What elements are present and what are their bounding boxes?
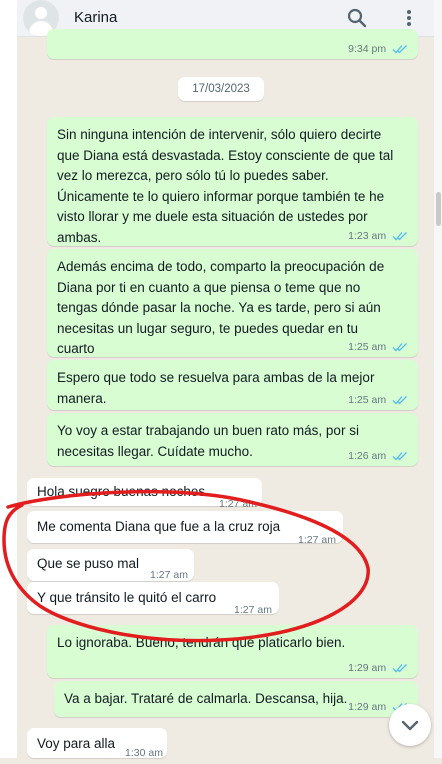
message-outgoing[interactable]: Además encima de todo, comparto la preoc… bbox=[47, 249, 418, 357]
more-vertical-icon bbox=[407, 10, 411, 26]
message-time: 1:30 am bbox=[125, 747, 163, 759]
message-time: 1:27 am bbox=[234, 604, 272, 616]
message-time: 1:29 am bbox=[348, 662, 387, 674]
message-line: Espero que todo se resuelva para ambas d… bbox=[57, 370, 375, 385]
message-line: cuarto bbox=[57, 341, 95, 356]
message-line: necesitas un lugar seguro, te puedes que… bbox=[57, 320, 358, 336]
message-text: Hola suegro buenas noches bbox=[37, 484, 206, 499]
message-time: 1:29 am bbox=[348, 701, 387, 713]
message-text: Sin ninguna intención de intervenir, sól… bbox=[57, 125, 393, 248]
message-line: Únicamente te lo quiero informar porque … bbox=[57, 188, 385, 204]
message-line: que Diana está desvastada. Estoy conscie… bbox=[57, 147, 394, 163]
message-meta: 1:29 am bbox=[348, 662, 408, 674]
message-line: tengas dónde pasar la noche. Ya es tarde… bbox=[57, 300, 381, 315]
search-button[interactable] bbox=[345, 6, 369, 30]
read-ticks-icon bbox=[392, 396, 407, 405]
message-incoming[interactable]: Y que tránsito le quitó el carro 1:27 am bbox=[27, 582, 279, 616]
message-incoming[interactable]: Hola suegro buenas noches 1:27 am bbox=[27, 478, 262, 510]
message-line: Diana por ti en cuanto a que piensa o te… bbox=[57, 279, 361, 295]
message-line: Sin ninguna intención de intervenir, sól… bbox=[57, 127, 382, 142]
message-incoming[interactable]: Me comenta Diana que fue a la cruz roja … bbox=[27, 511, 343, 546]
message-line: necesitas llegar. Cuídate mucho. bbox=[57, 443, 253, 459]
message-time: 1:26 am bbox=[348, 450, 387, 462]
message-meta: 9:34 pm bbox=[348, 43, 408, 55]
message-incoming[interactable]: Que se puso mal 1:27 am bbox=[27, 549, 194, 581]
message-text: Que se puso mal bbox=[37, 556, 140, 571]
message-meta: 1:25 am bbox=[348, 341, 408, 353]
message-text: Lo ignoraba. Bueno, tendrán que platicar… bbox=[57, 635, 346, 650]
scrollbar-thumb[interactable] bbox=[436, 192, 441, 226]
read-ticks-icon bbox=[392, 664, 407, 673]
read-ticks-icon bbox=[392, 232, 407, 241]
date-chip: 17/03/2023 bbox=[178, 77, 264, 101]
search-icon bbox=[347, 8, 367, 28]
message-meta: 1:25 am bbox=[348, 394, 408, 406]
message-outgoing[interactable]: 9:34 pm bbox=[47, 29, 418, 59]
message-line: Yo voy a estar trabajando un buen rato m… bbox=[57, 423, 359, 438]
message-time: 1:27 am bbox=[298, 534, 336, 546]
message-text: Va a bajar. Trataré de calmarla. Descans… bbox=[64, 691, 348, 706]
read-ticks-icon bbox=[392, 45, 407, 54]
left-margin bbox=[0, 0, 17, 758]
message-time: 1:25 am bbox=[348, 394, 387, 406]
message-outgoing[interactable]: Lo ignoraba. Bueno, tendrán que platicar… bbox=[47, 625, 418, 678]
message-time: 9:34 pm bbox=[348, 43, 387, 55]
scrollbar-track[interactable] bbox=[434, 0, 442, 758]
message-text: Además encima de todo, comparto la preoc… bbox=[57, 257, 384, 360]
message-time: 1:25 am bbox=[348, 341, 387, 353]
read-ticks-icon bbox=[392, 343, 407, 352]
chat-panel: 9:34 pm 17/03/2023 Sin ninguna intención… bbox=[17, 29, 434, 759]
scroll-down-button[interactable] bbox=[389, 704, 431, 746]
avatar-head bbox=[35, 7, 47, 19]
message-text: Espero que todo se resuelva para ambas d… bbox=[57, 368, 374, 409]
message-text: Yo voy a estar trabajando un buen rato m… bbox=[57, 421, 359, 462]
message-meta: 1:23 am bbox=[348, 230, 408, 242]
message-meta: 1:26 am bbox=[348, 450, 408, 462]
message-outgoing[interactable]: Va a bajar. Trataré de calmarla. Descans… bbox=[54, 681, 418, 717]
message-incoming[interactable]: Voy para alla 1:30 am bbox=[27, 728, 167, 759]
message-outgoing[interactable]: Yo voy a estar trabajando un buen rato m… bbox=[47, 413, 418, 466]
menu-button[interactable] bbox=[399, 6, 419, 30]
message-text: Me comenta Diana que fue a la cruz roja bbox=[37, 519, 281, 534]
message-outgoing[interactable]: Sin ninguna intención de intervenir, sól… bbox=[47, 117, 418, 246]
chevron-down-icon bbox=[401, 720, 419, 731]
message-line: vez lo merezca, pero sólo tú lo puedes s… bbox=[57, 168, 329, 183]
message-line: visto llorar y me duele esta situación d… bbox=[57, 209, 368, 224]
message-line: manera. bbox=[57, 390, 107, 406]
message-time: 1:23 am bbox=[348, 230, 387, 242]
message-line: ambas. bbox=[57, 229, 102, 245]
message-line: Además encima de todo, comparto la preoc… bbox=[57, 259, 385, 274]
read-ticks-icon bbox=[392, 452, 407, 461]
message-text: Y que tránsito le quitó el carro bbox=[37, 590, 217, 605]
message-outgoing[interactable]: Espero que todo se resuelva para ambas d… bbox=[47, 360, 418, 410]
message-text: Voy para alla bbox=[37, 736, 116, 751]
contact-name[interactable]: Karina bbox=[74, 9, 117, 26]
